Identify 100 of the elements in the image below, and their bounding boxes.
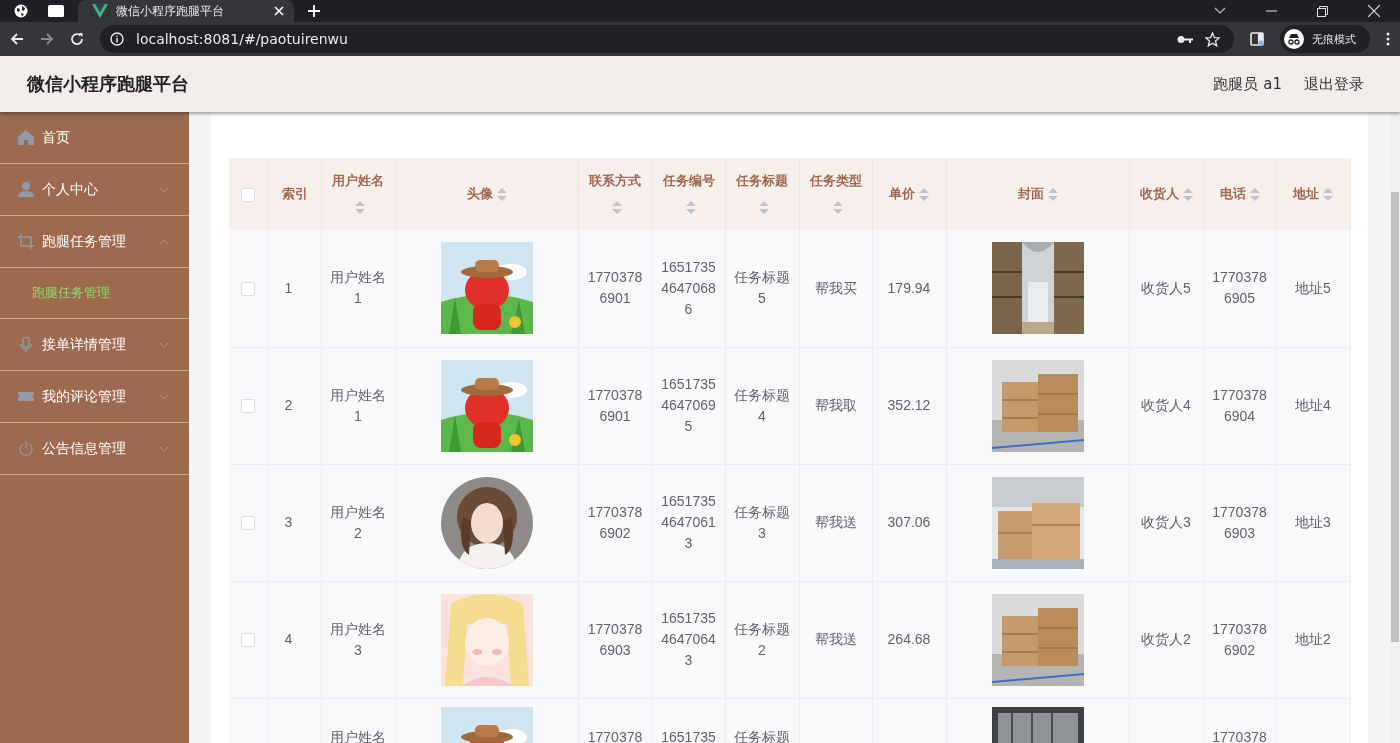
globe-icon[interactable] [14, 4, 28, 18]
v-logo-icon [92, 4, 108, 18]
cell-text: 用户姓名1 [329, 385, 387, 426]
sort-icon[interactable] [1323, 188, 1333, 201]
column-header[interactable]: 索引 [268, 158, 321, 230]
close-icon[interactable] [1368, 5, 1380, 17]
cell-text: 任务标题3 [733, 502, 791, 543]
cell-text: 用户姓名3 [329, 619, 387, 660]
address-field[interactable]: localhost:8081/#/paotuirenwu [100, 25, 1234, 53]
menu-item[interactable]: 跑腿任务管理 [0, 216, 189, 268]
cell-text: 收货人5 [1141, 278, 1191, 298]
menu-item[interactable]: 首页 [0, 112, 189, 164]
sort-icon[interactable] [832, 201, 843, 214]
sort-icon[interactable] [612, 201, 622, 214]
cell-text: 任务标题 [734, 727, 790, 743]
column-header[interactable]: 电话 [1203, 158, 1276, 230]
browser-tab[interactable]: 微信小程序跑腿平台 [78, 0, 294, 22]
checkbox[interactable] [241, 399, 256, 414]
submenu-item[interactable]: 跑腿任务管理 [0, 268, 189, 319]
incognito-icon [1284, 29, 1304, 49]
cell-text: 17703786905 [1211, 268, 1268, 309]
logout-link[interactable]: 退出登录 [1304, 74, 1364, 94]
column-header[interactable]: 单价 [872, 158, 946, 230]
cell-text: 4 [284, 630, 293, 649]
sort-icon[interactable] [355, 201, 365, 214]
cell-text: 地址4 [1295, 396, 1331, 415]
cell-text: 1 [284, 278, 293, 298]
cell-text: 17703786901 [586, 385, 644, 426]
cell-text: 179.94 [887, 278, 931, 298]
info-icon[interactable] [110, 32, 124, 46]
cell-text: 17703786901 [586, 268, 644, 309]
cell-text: 1651735 [661, 727, 716, 743]
sort-icon[interactable] [1249, 188, 1260, 201]
column-header[interactable]: 用户姓名 [321, 158, 395, 230]
cell-text: 352.12 [887, 396, 931, 415]
more-icon[interactable] [1386, 32, 1390, 46]
column-header[interactable]: 任务标题 [725, 158, 799, 230]
cell-text: 2 [284, 396, 293, 415]
column-header[interactable]: 地址 [1276, 158, 1350, 230]
column-header[interactable]: 任务编号 [652, 158, 725, 230]
star-icon[interactable] [1205, 31, 1220, 47]
tab-overview-icon[interactable] [48, 5, 64, 17]
checkbox[interactable] [241, 516, 256, 531]
cell-text: 帮我送 [814, 630, 857, 649]
side-panel-icon[interactable] [1250, 32, 1264, 46]
scrollbar-thumb[interactable] [1391, 192, 1399, 642]
cell-text: 17703786902 [1211, 619, 1268, 660]
scrollbar[interactable] [1390, 112, 1400, 743]
cell-text: 收货人2 [1141, 630, 1191, 649]
sort-icon[interactable] [759, 201, 769, 214]
menu-item[interactable]: 个人中心 [0, 164, 189, 216]
menu-item[interactable]: 接单详情管理 [0, 319, 189, 371]
reload-icon[interactable] [70, 32, 84, 46]
menu-item[interactable]: 公告信息管理 [0, 423, 189, 475]
power-icon [18, 441, 34, 456]
cell-text: 165173546470686 [660, 257, 717, 319]
sort-icon[interactable] [919, 188, 929, 201]
menu-item[interactable]: 我的评论管理 [0, 371, 189, 423]
cell-text: 165173546470613 [660, 492, 717, 553]
cell-text: 165173546470643 [660, 609, 717, 670]
cell-text: 17703786903 [1211, 502, 1268, 543]
back-icon[interactable] [10, 32, 24, 46]
cell-text: 用户姓名 [330, 727, 386, 743]
crop-icon [18, 234, 34, 249]
cell-text: 17703786902 [586, 502, 644, 543]
incognito-button[interactable]: 无痕模式 [1280, 25, 1370, 53]
cell-text: 1770378 [587, 727, 643, 743]
chevron-down-icon[interactable] [1214, 7, 1226, 15]
cell-text: 帮我买 [814, 278, 857, 298]
key-icon[interactable] [1177, 34, 1193, 44]
checkbox[interactable] [241, 187, 256, 202]
forward-icon[interactable] [40, 32, 54, 46]
sort-icon[interactable] [1182, 188, 1193, 201]
tab-title: 微信小程序跑腿平台 [116, 2, 225, 20]
cell-text: 165173546470695 [660, 375, 717, 436]
cell-text: 17703786903 [586, 619, 644, 660]
cell-text: 任务标题5 [733, 268, 791, 309]
column-header[interactable]: 联系方式 [578, 158, 652, 230]
app-title: 微信小程序跑腿平台 [27, 72, 189, 96]
sort-icon[interactable] [496, 188, 507, 201]
cell-text: 收货人3 [1141, 513, 1191, 532]
microphone-icon [18, 337, 34, 352]
cell-text: 任务标题2 [733, 619, 791, 660]
sort-icon[interactable] [685, 201, 696, 214]
cell-text: 地址2 [1295, 630, 1331, 649]
user-icon [18, 182, 34, 197]
checkbox[interactable] [241, 282, 256, 297]
sort-icon[interactable] [1047, 188, 1058, 201]
cell-text: 帮我取 [814, 396, 857, 415]
cell-text: 264.68 [887, 630, 931, 649]
ticket-icon [18, 389, 34, 404]
column-header[interactable]: 任务类型 [799, 158, 872, 230]
column-header[interactable]: 封面 [946, 158, 1129, 230]
restore-icon[interactable] [1317, 5, 1328, 17]
cell-text: 用户姓名2 [329, 502, 387, 543]
new-tab-icon[interactable] [308, 5, 320, 17]
checkbox[interactable] [241, 633, 256, 648]
column-header[interactable]: 头像 [395, 158, 578, 230]
minimize-icon[interactable] [1266, 10, 1277, 12]
column-header[interactable]: 收货人 [1129, 158, 1203, 230]
